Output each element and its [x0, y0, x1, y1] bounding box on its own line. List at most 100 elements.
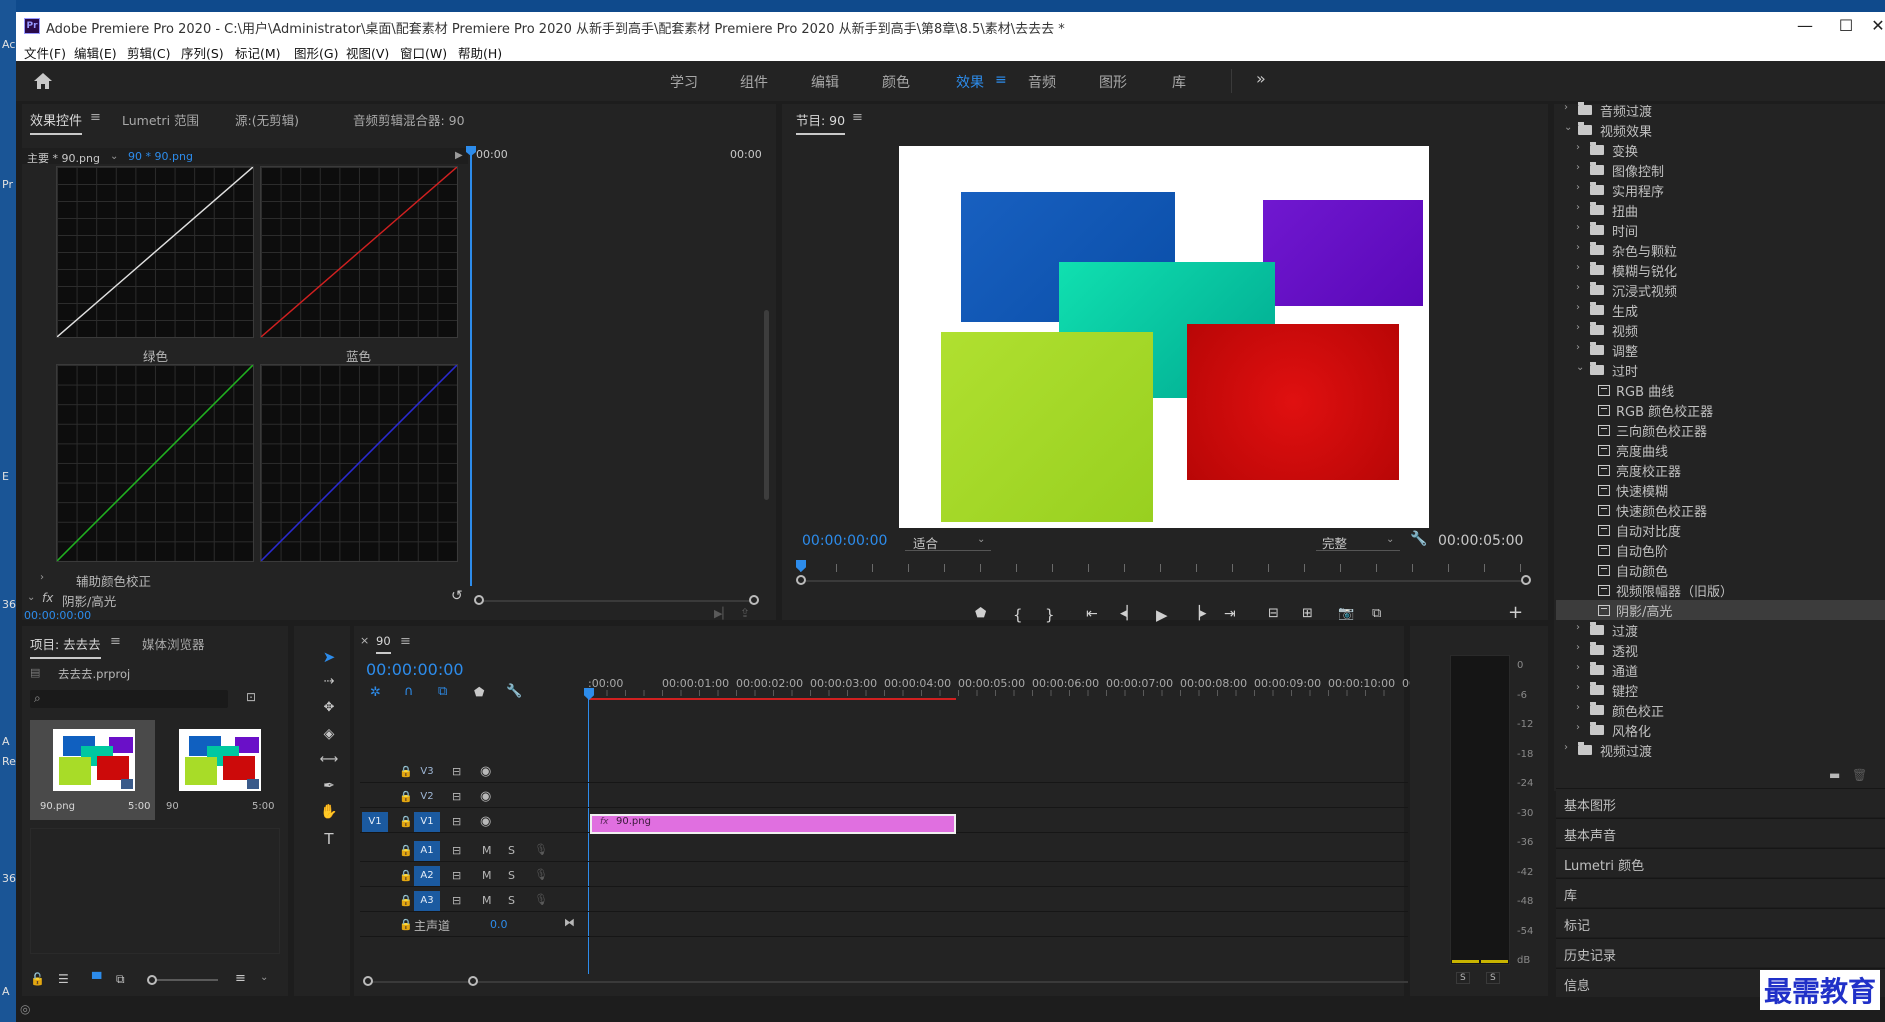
- effects-folder[interactable]: › 视频: [1556, 320, 1885, 340]
- program-monitor-title[interactable]: 节目: 90: [796, 110, 846, 135]
- effects-folder[interactable]: › 时间: [1556, 220, 1885, 240]
- effect-item[interactable]: 自动对比度: [1556, 520, 1885, 540]
- effects-folder[interactable]: ⌄ 过时: [1556, 360, 1885, 380]
- sync-lock-icon[interactable]: ⊟: [452, 869, 461, 882]
- side-panel-item[interactable]: 历史记录: [1556, 938, 1885, 967]
- chevron-right-icon[interactable]: ›: [1576, 162, 1580, 173]
- source-patch-v1[interactable]: V1: [362, 812, 388, 832]
- pen-tool-icon[interactable]: ✒: [318, 778, 340, 800]
- new-bin-icon[interactable]: ▬: [1829, 768, 1840, 782]
- tab-source[interactable]: 源:(无剪辑): [235, 110, 299, 129]
- chevron-right-icon[interactable]: ›: [1576, 142, 1580, 153]
- chevron-right-icon[interactable]: ›: [1576, 322, 1580, 333]
- new-bin-search-icon[interactable]: ⊡: [246, 690, 256, 704]
- home-icon[interactable]: [33, 72, 53, 90]
- list-view-icon[interactable]: ☰: [58, 972, 69, 986]
- track-target-v3[interactable]: V3: [414, 762, 440, 782]
- minimize-button[interactable]: —: [1785, 14, 1825, 38]
- shadow-highlight-label[interactable]: 阴影/高光: [62, 591, 116, 610]
- red-curve-graph[interactable]: [260, 166, 458, 338]
- chevron-right-icon[interactable]: ›: [1576, 702, 1580, 713]
- secondary-color-correction-label[interactable]: 辅助颜色校正: [76, 571, 151, 590]
- effects-folder[interactable]: › 过渡: [1556, 620, 1885, 640]
- linked-selection-icon[interactable]: ⧉: [438, 684, 447, 699]
- play-icon[interactable]: ▶: [1156, 606, 1168, 624]
- project-item-90png[interactable]: 90.png 5:00: [30, 720, 155, 820]
- chevron-down-icon[interactable]: ⌄: [1576, 362, 1584, 373]
- timeline-timecode[interactable]: 00:00:00:00: [366, 660, 464, 679]
- chevron-right-icon[interactable]: ›: [1576, 222, 1580, 233]
- workspace-menu-icon[interactable]: ≡: [995, 72, 1007, 88]
- chevron-right-icon[interactable]: ›: [1576, 342, 1580, 353]
- workspace-learn[interactable]: 学习: [670, 72, 698, 92]
- chevron-right-icon[interactable]: ›: [1576, 202, 1580, 213]
- add-marker-icon[interactable]: ⬟: [975, 606, 986, 621]
- menu-edit[interactable]: 编辑(E): [74, 43, 117, 62]
- side-panel-item[interactable]: 库: [1556, 878, 1885, 907]
- go-to-start-icon[interactable]: ⧓: [564, 916, 575, 929]
- effects-folder[interactable]: › 视频过渡: [1556, 740, 1885, 760]
- workspace-audio[interactable]: 音频: [1028, 72, 1056, 92]
- sync-lock-icon[interactable]: ⊟: [452, 815, 461, 828]
- chevron-down-icon[interactable]: ⌄: [110, 151, 118, 162]
- lock-icon[interactable]: 🔒: [399, 894, 413, 907]
- step-forward-icon[interactable]: ▕▸: [1190, 606, 1207, 621]
- chevron-right-icon[interactable]: ›: [1576, 182, 1580, 193]
- effects-folder[interactable]: › 扭曲: [1556, 200, 1885, 220]
- wrench-icon[interactable]: 🔧: [1410, 531, 1427, 547]
- tab-project[interactable]: 项目: 去去去: [30, 634, 101, 659]
- eye-icon[interactable]: ◉: [480, 764, 491, 779]
- workspace-overflow-icon[interactable]: »: [1256, 69, 1266, 88]
- work-area-bar[interactable]: [588, 698, 956, 700]
- blue-curve-graph[interactable]: [260, 364, 458, 562]
- menu-graphics[interactable]: 图形(G): [294, 43, 338, 62]
- effects-folder[interactable]: › 图像控制: [1556, 160, 1885, 180]
- eye-icon[interactable]: ◉: [480, 814, 491, 829]
- tab-media-browser[interactable]: 媒体浏览器: [142, 634, 205, 653]
- workspace-assembly[interactable]: 组件: [740, 72, 768, 92]
- effects-folder[interactable]: › 沉浸式视频: [1556, 280, 1885, 300]
- solo-button[interactable]: S: [508, 894, 515, 907]
- effects-folder[interactable]: › 通道: [1556, 660, 1885, 680]
- sync-lock-icon[interactable]: ⊟: [452, 894, 461, 907]
- effect-item[interactable]: 快速颜色校正器: [1556, 500, 1885, 520]
- mute-button[interactable]: M: [482, 894, 492, 907]
- zoom-slider-handle[interactable]: [147, 975, 157, 985]
- solo-button[interactable]: S: [508, 869, 515, 882]
- sync-lock-icon[interactable]: ⊟: [452, 765, 461, 778]
- side-panel-item[interactable]: 基本图形: [1556, 788, 1885, 817]
- export-frame-icon[interactable]: 📷: [1338, 606, 1354, 621]
- program-zoom-handle-left[interactable]: [796, 575, 806, 585]
- effect-item[interactable]: 三向颜色校正器: [1556, 420, 1885, 440]
- nest-toggle-icon[interactable]: ✲: [370, 685, 381, 700]
- track-select-tool-icon[interactable]: ⇢: [318, 674, 340, 696]
- effects-folder[interactable]: › 键控: [1556, 680, 1885, 700]
- menu-sequence[interactable]: 序列(S): [181, 43, 224, 62]
- lock-icon[interactable]: 🔒: [399, 765, 413, 778]
- effects-folder[interactable]: › 实用程序: [1556, 180, 1885, 200]
- export-icon[interactable]: ⇪: [740, 606, 750, 620]
- track-target-a2[interactable]: A2: [414, 866, 440, 886]
- program-zoom-handle-right[interactable]: [1521, 575, 1531, 585]
- button-editor-icon[interactable]: +: [1508, 602, 1523, 623]
- effect-controls-menu-icon[interactable]: ≡: [90, 110, 101, 125]
- mic-icon[interactable]: 🎙: [534, 893, 548, 906]
- lock-icon[interactable]: 🔒: [399, 844, 413, 857]
- effects-folder[interactable]: › 模糊与锐化: [1556, 260, 1885, 280]
- slip-tool-icon[interactable]: ⟷: [318, 752, 340, 774]
- workspace-libraries[interactable]: 库: [1172, 72, 1186, 92]
- timeline-horizontal-scrollbar[interactable]: [368, 981, 1408, 983]
- add-marker-icon[interactable]: ⬟: [474, 685, 484, 699]
- ec-timecode[interactable]: 00:00:00:00: [24, 609, 91, 622]
- project-search-input[interactable]: ⌕: [30, 690, 228, 708]
- effect-item[interactable]: RGB 颜色校正器: [1556, 400, 1885, 420]
- chevron-down-icon[interactable]: ⌄: [27, 592, 35, 603]
- program-ruler[interactable]: [800, 564, 1528, 572]
- green-curve-graph[interactable]: [56, 364, 254, 562]
- mark-out-icon[interactable]: }: [1045, 606, 1055, 624]
- quality-dropdown[interactable]: 完整 ⌄: [1316, 531, 1400, 551]
- lock-icon[interactable]: 🔒: [399, 918, 413, 931]
- chevron-right-icon[interactable]: ›: [1564, 102, 1568, 113]
- master-track-row[interactable]: [360, 915, 1408, 937]
- timeline-clip-90png[interactable]: fx 90.png: [590, 814, 956, 834]
